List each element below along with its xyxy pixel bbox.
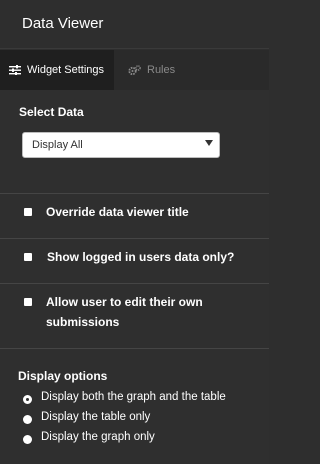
tab-rules-label: Rules: [147, 64, 176, 76]
checkbox-logged-in-only[interactable]: [24, 253, 32, 261]
radio-table-only[interactable]: [23, 415, 32, 424]
sliders-icon: [9, 65, 21, 75]
divider: [0, 238, 269, 239]
settings-panel: Select Data Display All Override data vi…: [0, 90, 269, 464]
radio-graph-only-label: Display the graph only: [41, 431, 155, 443]
display-options-label: Display options: [18, 369, 108, 383]
caret-down-icon: [205, 140, 213, 146]
checkbox-allow-edit-label-line2: submissions: [46, 315, 120, 329]
select-data-value: Display All: [32, 139, 83, 151]
checkbox-allow-edit-label-line1: Allow user to edit their own: [46, 295, 203, 309]
app-header: Data Viewer: [0, 0, 269, 49]
gears-icon: [128, 64, 141, 75]
divider: [0, 348, 269, 349]
checkbox-override-title-label: Override data viewer title: [46, 205, 189, 219]
select-data-dropdown[interactable]: Display All: [22, 132, 220, 158]
checkbox-allow-edit[interactable]: [24, 298, 32, 306]
tab-bar: Widget Settings Rules: [0, 50, 269, 90]
radio-table-only-label: Display the table only: [41, 411, 151, 423]
divider: [0, 193, 269, 194]
page-title: Data Viewer: [22, 15, 104, 32]
select-data-label: Select Data: [19, 105, 84, 119]
tab-widget-settings[interactable]: Widget Settings: [0, 50, 114, 90]
radio-graph-only[interactable]: [23, 435, 32, 444]
tab-widget-settings-label: Widget Settings: [27, 64, 105, 76]
tab-rules[interactable]: Rules: [114, 50, 269, 90]
radio-graph-and-table-label: Display both the graph and the table: [41, 391, 226, 403]
radio-graph-and-table[interactable]: [23, 395, 32, 404]
divider: [0, 283, 269, 284]
checkbox-override-title[interactable]: [24, 208, 32, 216]
checkbox-logged-in-only-label: Show logged in users data only?: [47, 250, 235, 264]
